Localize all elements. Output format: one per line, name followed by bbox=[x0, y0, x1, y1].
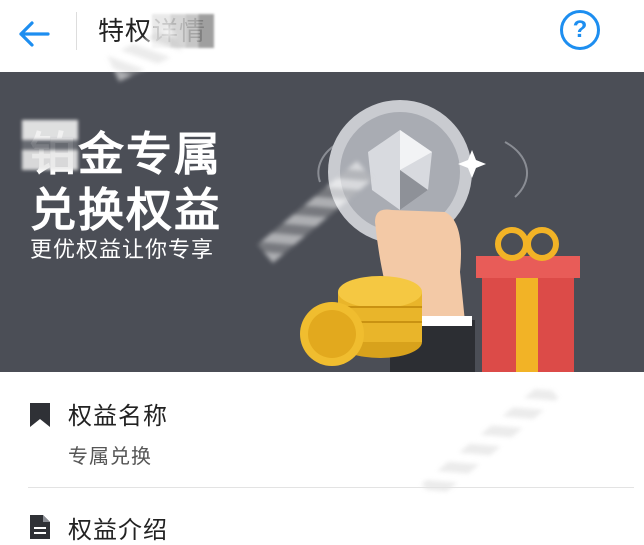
benefit-name-title: 权益名称 bbox=[68, 402, 168, 430]
headline-mosaic-overlay bbox=[22, 120, 78, 170]
coin-gift-illustration bbox=[300, 100, 580, 372]
title-mosaic-overlay bbox=[152, 14, 214, 48]
benefit-intro-title: 权益介绍 bbox=[68, 516, 168, 544]
benefit-intro-section: 权益介绍 bbox=[0, 488, 644, 544]
privilege-banner: 铂金专属 兑换权益 更优权益让你专享 bbox=[0, 72, 644, 372]
benefit-name-value: 专属兑换 bbox=[68, 444, 152, 468]
banner-headline-line2: 兑换权益 bbox=[30, 183, 222, 237]
header-divider bbox=[76, 12, 77, 50]
question-circle-icon: ? bbox=[572, 16, 588, 43]
help-button[interactable]: ? bbox=[560, 10, 600, 50]
bookmark-icon bbox=[30, 403, 50, 427]
banner-subline: 更优权益让你专享 bbox=[30, 238, 215, 263]
benefit-name-section: 权益名称 专属兑换 bbox=[0, 372, 644, 488]
top-navigation-bar: 特权详情 ? bbox=[0, 0, 644, 72]
document-icon bbox=[30, 515, 50, 539]
back-button[interactable] bbox=[14, 14, 54, 54]
arrow-left-icon bbox=[19, 21, 50, 47]
